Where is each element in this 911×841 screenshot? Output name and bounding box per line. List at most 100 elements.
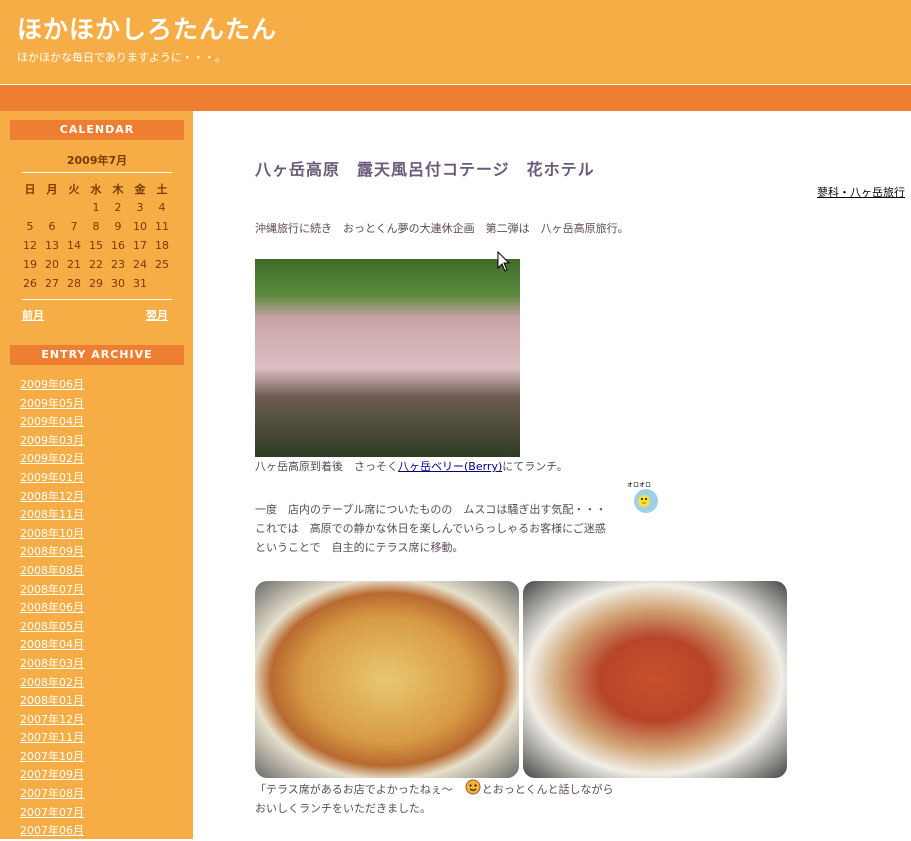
archive-link[interactable]: 2008年02月 bbox=[20, 676, 84, 689]
calendar-next-link[interactable]: 翌月 bbox=[146, 307, 168, 323]
archive-link[interactable]: 2008年07月 bbox=[20, 583, 84, 596]
entry-paragraph: 一度 店内のテーブル席についたものの ムスコは騒ぎ出す気配・・・ これでは 高原… bbox=[255, 500, 606, 557]
calendar-day: 13 bbox=[45, 239, 59, 252]
mouse-pointer-icon bbox=[497, 251, 511, 272]
emoji-label: オロオロ bbox=[627, 482, 651, 489]
archive-item: 2007年08月 bbox=[20, 785, 84, 804]
calendar-day: 12 bbox=[23, 239, 37, 252]
calendar-grid: 日月火水木金土 1 2 3 4 5 6 7 8 9 10 11 12 13 14 15 16 17 18 19 20 2… bbox=[19, 179, 173, 293]
archive-link[interactable]: 2007年12月 bbox=[20, 713, 84, 726]
archive-link[interactable]: 2007年08月 bbox=[20, 787, 84, 800]
paragraph-line: ということで 自主的にテラス席に移動。 bbox=[255, 541, 464, 554]
calendar-weekday: 火 bbox=[68, 182, 80, 196]
paragraph-line: 「テラス席があるお店でよかったねぇ〜 」とおっとくんと話しながら bbox=[255, 780, 613, 799]
calendar-day: 11 bbox=[155, 220, 169, 233]
calendar-week: 5 6 7 8 9 10 11 bbox=[19, 217, 173, 236]
archive-item: 2008年04月 bbox=[20, 636, 84, 655]
calendar-day: 3 bbox=[136, 201, 144, 214]
archive-link[interactable]: 2008年03月 bbox=[20, 657, 84, 670]
archive-link[interactable]: 2009年03月 bbox=[20, 434, 84, 447]
archive-item: 2007年10月 bbox=[20, 748, 84, 767]
worried-bird-emoji-icon: オロオロ bbox=[627, 482, 658, 513]
calendar-day: 10 bbox=[133, 220, 147, 233]
archive-link[interactable]: 2008年01月 bbox=[20, 694, 84, 707]
archive-item: 2008年05月 bbox=[20, 618, 84, 637]
calendar-day: 15 bbox=[89, 239, 103, 252]
paragraph-line: おいしくランチをいただきました。 bbox=[255, 802, 431, 815]
cottage-photo[interactable] bbox=[255, 259, 520, 457]
calendar-day: 21 bbox=[67, 258, 81, 271]
category-link[interactable]: 蓼科・八ヶ岳旅行 bbox=[817, 184, 905, 200]
archive-link[interactable]: 2008年05月 bbox=[20, 620, 84, 633]
pizza-photo[interactable] bbox=[255, 581, 519, 778]
archive-item: 2008年06月 bbox=[20, 599, 84, 618]
entry-intro: 沖縄旅行に続き おっとくん夢の大連休企画 第二弾は 八ヶ岳高原旅行。 bbox=[255, 222, 629, 235]
archive-link[interactable]: 2008年08月 bbox=[20, 564, 84, 577]
calendar-day bbox=[151, 274, 173, 293]
archive-item: 2008年10月 bbox=[20, 525, 84, 544]
archive-item: 2009年05月 bbox=[20, 395, 84, 414]
paragraph-line: 一度 店内のテーブル席についたものの ムスコは騒ぎ出す気配・・・ bbox=[255, 503, 607, 516]
archive-link[interactable]: 2008年06月 bbox=[20, 601, 84, 614]
site-tagline: ほかほかな毎日でありますように・・・。 bbox=[17, 51, 226, 64]
archive-link[interactable]: 2008年09月 bbox=[20, 545, 84, 558]
archive-link[interactable]: 2007年10月 bbox=[20, 750, 84, 763]
archive-item: 2007年09月 bbox=[20, 766, 84, 785]
archive-item: 2007年07月 bbox=[20, 804, 84, 823]
photo-caption: 八ヶ岳高原到着後 さっそく八ヶ岳ベリー(Berry)にてランチ。 bbox=[255, 457, 568, 476]
berry-link[interactable]: 八ヶ岳ベリー(Berry) bbox=[398, 460, 502, 473]
calendar-weekday: 木 bbox=[112, 182, 124, 196]
calendar-day: 5 bbox=[26, 220, 34, 233]
calendar-heading: CALENDAR bbox=[10, 120, 184, 140]
archive-link[interactable]: 2008年12月 bbox=[20, 490, 84, 503]
site-title[interactable]: ほかほかしろたんたん bbox=[17, 10, 277, 46]
calendar-day: 26 bbox=[23, 277, 37, 290]
archive-item: 2008年12月 bbox=[20, 488, 84, 507]
archive-link[interactable]: 2008年11月 bbox=[20, 508, 84, 521]
archive-item: 2009年01月 bbox=[20, 469, 84, 488]
calendar-day: 22 bbox=[89, 258, 103, 271]
calendar-day: 29 bbox=[89, 277, 103, 290]
calendar-day bbox=[63, 198, 85, 217]
archive-link[interactable]: 2009年04月 bbox=[20, 415, 84, 428]
archive-list: 2009年06月 2009年05月 2009年04月 2009年03月 2009年02月… bbox=[20, 376, 84, 841]
calendar-weekday: 日 bbox=[24, 182, 36, 196]
calendar-day: 7 bbox=[70, 220, 78, 233]
archive-item: 2007年11月 bbox=[20, 729, 84, 748]
archive-link[interactable]: 2009年05月 bbox=[20, 397, 84, 410]
archive-item: 2008年03月 bbox=[20, 655, 84, 674]
paragraph-text: 」とおっとくんと話しながら bbox=[470, 783, 614, 796]
calendar-week: 12 13 14 15 16 17 18 bbox=[19, 236, 173, 255]
calendar-week: 26 27 28 29 30 31 bbox=[19, 274, 173, 293]
archive-item: 2008年09月 bbox=[20, 543, 84, 562]
archive-link[interactable]: 2007年06月 bbox=[20, 824, 84, 837]
archive-item: 2008年02月 bbox=[20, 674, 84, 693]
calendar-day: 24 bbox=[133, 258, 147, 271]
archive-item: 2009年06月 bbox=[20, 376, 84, 395]
archive-item: 2007年12月 bbox=[20, 711, 84, 730]
archive-link[interactable]: 2007年09月 bbox=[20, 768, 84, 781]
archive-item: 2009年03月 bbox=[20, 432, 84, 451]
calendar-day: 25 bbox=[155, 258, 169, 271]
archive-link[interactable]: 2008年10月 bbox=[20, 527, 84, 540]
archive-item: 2007年06月 bbox=[20, 822, 84, 841]
archive-link[interactable]: 2007年07月 bbox=[20, 806, 84, 819]
calendar-day: 14 bbox=[67, 239, 81, 252]
calendar-day: 27 bbox=[45, 277, 59, 290]
archive-link[interactable]: 2007年11月 bbox=[20, 731, 84, 744]
calendar-day: 20 bbox=[45, 258, 59, 271]
calendar-day: 31 bbox=[133, 277, 147, 290]
paragraph-text: 「テラス席があるお店でよかったねぇ〜 bbox=[255, 783, 453, 796]
calendar-prev-link[interactable]: 前月 bbox=[22, 307, 44, 323]
calendar-day: 23 bbox=[111, 258, 125, 271]
archive-link[interactable]: 2009年06月 bbox=[20, 378, 84, 391]
archive-link[interactable]: 2008年04月 bbox=[20, 638, 84, 651]
archive-heading: ENTRY ARCHIVE bbox=[10, 345, 184, 365]
calendar-weekday: 月 bbox=[46, 182, 58, 196]
calendar-weekday: 土 bbox=[156, 182, 168, 196]
pasta-photo[interactable] bbox=[523, 581, 787, 778]
calendar-week: 19 20 21 22 23 24 25 bbox=[19, 255, 173, 274]
archive-link[interactable]: 2009年01月 bbox=[20, 471, 84, 484]
archive-link[interactable]: 2009年02月 bbox=[20, 452, 84, 465]
main-content: 八ヶ岳高原 露天風呂付コテージ 花ホテル 蓼科・八ヶ岳旅行 沖縄旅行に続き おっ… bbox=[193, 111, 911, 839]
